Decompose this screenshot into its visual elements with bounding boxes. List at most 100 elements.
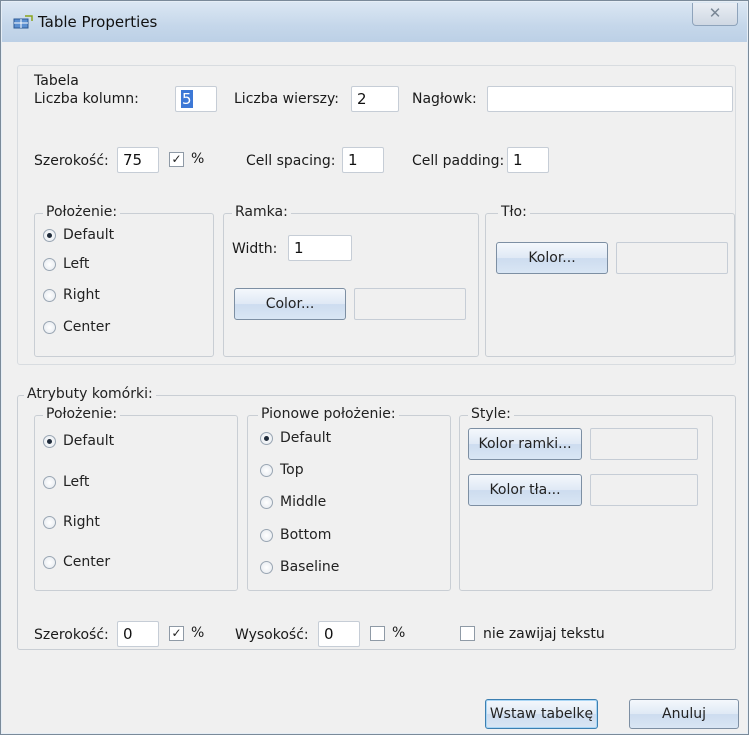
cell-position-right-radio[interactable]: Right	[43, 513, 193, 533]
nowrap-label: nie zawijaj tekstu	[483, 626, 605, 642]
border-width-input[interactable]: 1	[288, 235, 352, 261]
dialog-body: Tabela Liczba kolumn: 5 Liczba wierszy: …	[9, 43, 740, 729]
header-input[interactable]	[487, 86, 733, 112]
border-width-value: 1	[294, 239, 304, 257]
radio-selected-icon	[43, 435, 56, 448]
radio-label: Left	[63, 256, 90, 272]
radio-icon	[260, 561, 273, 574]
cell-height-percent-checkbox[interactable]	[370, 626, 385, 641]
cell-border-color-swatch	[590, 428, 698, 460]
cell-padding-label: Cell padding:	[412, 153, 505, 169]
title-bar[interactable]: Table Properties ✕	[2, 2, 747, 42]
table-width-value: 75	[123, 151, 143, 169]
close-button[interactable]: ✕	[692, 3, 738, 26]
radio-label: Center	[63, 554, 111, 570]
cell-width-label: Szerokość:	[34, 627, 109, 643]
radio-icon	[260, 496, 273, 509]
table-width-percent-label: %	[191, 151, 205, 167]
radio-icon	[43, 321, 56, 334]
columns-value: 5	[181, 90, 193, 108]
radio-label: Bottom	[280, 527, 332, 543]
window-title: Table Properties	[38, 13, 158, 31]
cell-padding-value: 1	[513, 151, 523, 169]
close-icon: ✕	[708, 4, 722, 22]
cell-position-default-radio[interactable]: Default	[43, 432, 193, 452]
table-position-left-radio[interactable]: Left	[43, 255, 193, 275]
radio-label: Right	[63, 514, 100, 530]
cell-position-legend: Położenie:	[43, 406, 121, 422]
cell-height-percent-label: %	[392, 625, 406, 641]
cell-width-value: 0	[123, 625, 133, 643]
rows-value: 2	[357, 90, 367, 108]
cell-position-left-radio[interactable]: Left	[43, 473, 193, 493]
cell-attributes-legend: Atrybuty komórki:	[24, 386, 156, 402]
border-color-swatch	[354, 288, 466, 320]
rows-label: Liczba wierszy:	[234, 91, 339, 107]
radio-icon	[43, 556, 56, 569]
vertical-position-default-radio[interactable]: Default	[260, 429, 430, 449]
nowrap-checkbox[interactable]	[460, 626, 475, 641]
table-width-label: Szerokość:	[34, 153, 109, 169]
table-position-default-radio[interactable]: Default	[43, 226, 193, 246]
cell-position-center-radio[interactable]: Center	[43, 553, 193, 573]
radio-label: Right	[63, 287, 100, 303]
table-position-legend: Położenie:	[43, 204, 121, 220]
table-position-right-radio[interactable]: Right	[43, 286, 193, 306]
cell-style-group: Style: Kolor ramki... Kolor tła...	[459, 406, 713, 591]
vertical-position-top-radio[interactable]: Top	[260, 461, 430, 481]
cell-bg-color-swatch	[590, 474, 698, 506]
radio-label: Default	[63, 433, 115, 449]
vertical-position-legend: Pionowe położenie:	[258, 406, 399, 422]
radio-label: Top	[280, 462, 304, 478]
background-color-swatch	[616, 242, 728, 274]
background-legend: Tło:	[498, 204, 530, 220]
cell-bg-color-button[interactable]: Kolor tła...	[468, 474, 582, 506]
radio-icon	[43, 516, 56, 529]
table-app-icon	[13, 15, 33, 29]
radio-selected-icon	[260, 432, 273, 445]
header-label: Nagłowk:	[412, 91, 477, 107]
cell-spacing-input[interactable]: 1	[342, 147, 384, 173]
cell-width-percent-checkbox[interactable]: ✓	[169, 626, 184, 641]
radio-icon	[260, 529, 273, 542]
vertical-position-middle-radio[interactable]: Middle	[260, 493, 430, 513]
vertical-position-baseline-radio[interactable]: Baseline	[260, 558, 430, 578]
table-position-center-radio[interactable]: Center	[43, 318, 193, 338]
cell-position-group: Położenie: Default Left Right Center	[34, 406, 238, 591]
cell-padding-input[interactable]: 1	[507, 147, 549, 173]
cell-spacing-label: Cell spacing:	[246, 153, 336, 169]
rows-input[interactable]: 2	[351, 86, 399, 112]
radio-icon	[43, 476, 56, 489]
vertical-position-bottom-radio[interactable]: Bottom	[260, 526, 430, 546]
radio-label: Baseline	[280, 559, 340, 575]
checkmark-icon: ✓	[171, 152, 182, 166]
radio-icon	[260, 464, 273, 477]
border-color-button[interactable]: Color...	[234, 288, 346, 320]
background-color-button[interactable]: Kolor...	[496, 242, 608, 274]
cell-height-label: Wysokość:	[235, 627, 309, 643]
background-group: Tło: Kolor...	[485, 204, 735, 357]
tabela-heading: Tabela	[34, 73, 79, 89]
table-width-percent-checkbox[interactable]: ✓	[169, 152, 184, 167]
border-legend: Ramka:	[232, 204, 291, 220]
radio-label: Default	[63, 227, 115, 243]
radio-label: Default	[280, 430, 332, 446]
radio-icon	[43, 289, 56, 302]
cell-width-input[interactable]: 0	[117, 621, 159, 647]
cell-border-color-button[interactable]: Kolor ramki...	[468, 428, 582, 460]
cell-height-input[interactable]: 0	[318, 621, 360, 647]
cell-spacing-value: 1	[348, 151, 358, 169]
border-group: Ramka: Width: 1 Color...	[223, 204, 479, 357]
radio-label: Center	[63, 319, 111, 335]
checkmark-icon: ✓	[171, 626, 182, 640]
border-width-label: Width:	[232, 241, 278, 257]
radio-label: Left	[63, 474, 90, 490]
radio-label: Middle	[280, 494, 327, 510]
columns-input[interactable]: 5	[175, 86, 217, 112]
table-width-input[interactable]: 75	[117, 147, 159, 173]
insert-table-button[interactable]: Wstaw tabelkę	[485, 699, 598, 729]
cell-style-legend: Style:	[468, 406, 514, 422]
dialog-window: Table Properties ✕ Tabela Liczba kolumn:…	[0, 0, 749, 735]
columns-label: Liczba kolumn:	[34, 91, 139, 107]
cancel-button[interactable]: Anuluj	[629, 699, 739, 729]
